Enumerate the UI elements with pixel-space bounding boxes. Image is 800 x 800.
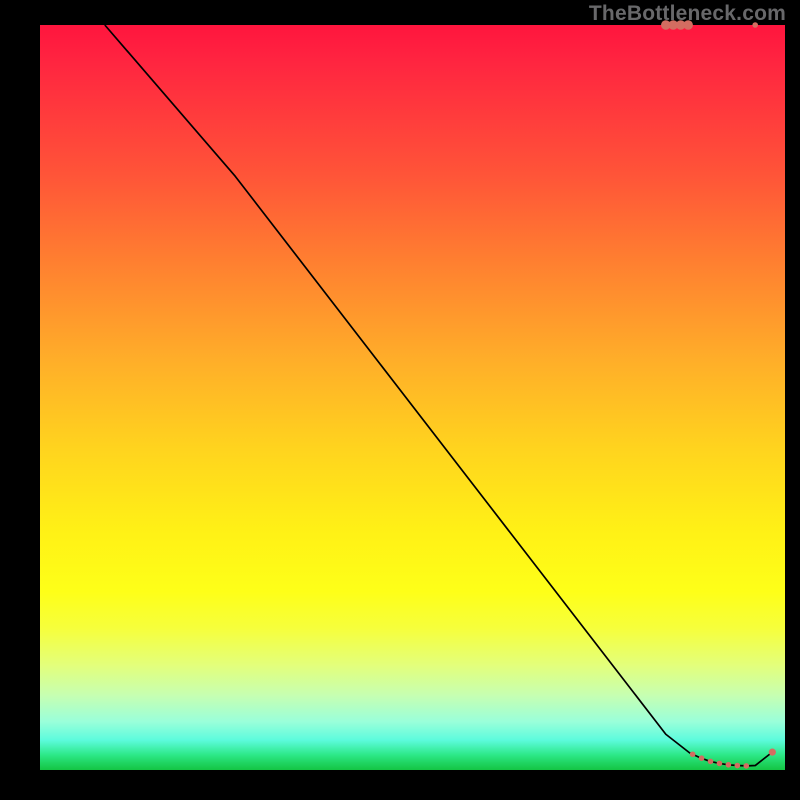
chart-svg	[40, 25, 785, 770]
plot-area	[40, 25, 785, 770]
data-dots	[661, 20, 776, 768]
data-curve	[105, 25, 773, 766]
chart-frame: TheBottleneck.com	[0, 0, 800, 800]
